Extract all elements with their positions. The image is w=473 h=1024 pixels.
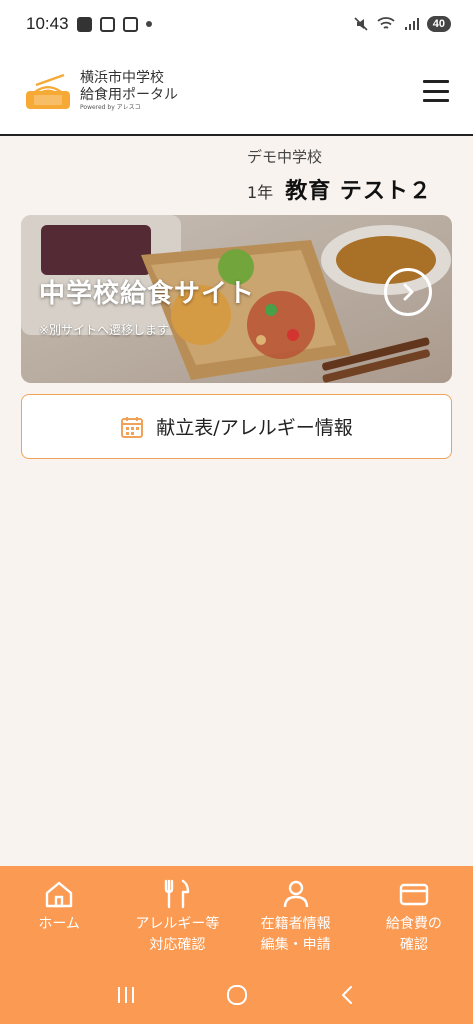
portal-logo[interactable]: 横浜市中学校 給食用ポータル Powered by アレスコ xyxy=(24,69,178,113)
fork-knife-icon xyxy=(165,879,190,909)
nav-allergy[interactable]: アレルギー等 対応確認 xyxy=(118,866,236,966)
nav-enrollment-label: 在籍者情報 編集・申請 xyxy=(260,916,331,953)
home-icon xyxy=(45,881,73,908)
student-name: 教育 テスト２ xyxy=(285,179,432,204)
battery-indicator: 40 xyxy=(426,16,451,32)
dot-icon xyxy=(145,21,152,27)
nav-enrollment[interactable]: 在籍者情報 編集・申請 xyxy=(237,866,355,966)
instagram-icon xyxy=(99,16,115,32)
logo-mark-icon xyxy=(26,73,70,109)
nav-home-label: ホーム xyxy=(38,916,80,932)
recent-apps-icon[interactable] xyxy=(110,979,142,1011)
calendar-icon xyxy=(121,416,144,438)
status-left: 10:43 xyxy=(26,14,152,34)
nav-fees-label: 給食費の 確認 xyxy=(385,916,442,953)
student-grade: 1年 xyxy=(247,183,274,202)
home-circle-icon[interactable] xyxy=(221,979,253,1011)
status-bar: 10:43 40 xyxy=(0,0,473,48)
student-line: 1年 教育 テスト２ xyxy=(247,173,447,205)
school-name: デモ中学校 xyxy=(247,148,323,166)
status-right: 40 xyxy=(353,16,451,32)
app-header: 横浜市中学校 給食用ポータル Powered by アレスコ xyxy=(0,48,473,136)
menu-allergy-label: 献立表/アレルギー情報 xyxy=(156,417,353,439)
card-icon xyxy=(399,883,429,906)
youtube-icon xyxy=(76,16,92,32)
gmail-icon xyxy=(122,16,138,32)
hamburger-icon[interactable] xyxy=(423,80,449,102)
logo-text: 横浜市中学校 給食用ポータル Powered by アレスコ xyxy=(80,70,178,111)
logo-title-line2: 給食用ポータル xyxy=(80,86,178,103)
nav-home[interactable]: ホーム xyxy=(0,866,118,966)
student-info: デモ中学校 1年 教育 テスト２ xyxy=(247,146,447,205)
status-time: 10:43 xyxy=(26,14,69,33)
banner-note: ※別サイトへ遷移します xyxy=(39,323,170,337)
system-nav-bar xyxy=(0,966,473,1024)
signal-icon xyxy=(404,18,419,30)
back-icon[interactable] xyxy=(332,979,364,1011)
school-lunch-site-banner[interactable]: 中学校給食サイト ※別サイトへ遷移します xyxy=(21,215,452,383)
wifi-icon xyxy=(377,17,395,29)
bottom-nav: ホーム アレルギー等 対応確認 在籍者情報 編集・申請 給食費の 確認 xyxy=(0,866,473,966)
person-icon xyxy=(283,880,308,908)
logo-title-line1: 横浜市中学校 xyxy=(80,70,164,87)
nav-fees[interactable]: 給食費の 確認 xyxy=(355,866,473,966)
menu-allergy-button[interactable]: 献立表/アレルギー情報 xyxy=(21,394,452,459)
chevron-right-icon[interactable] xyxy=(384,268,432,316)
mute-icon xyxy=(354,17,368,31)
logo-powered-by: Powered by アレスコ xyxy=(80,103,141,111)
nav-allergy-label: アレルギー等 対応確認 xyxy=(135,916,220,953)
banner-title: 中学校給食サイト xyxy=(39,279,256,309)
